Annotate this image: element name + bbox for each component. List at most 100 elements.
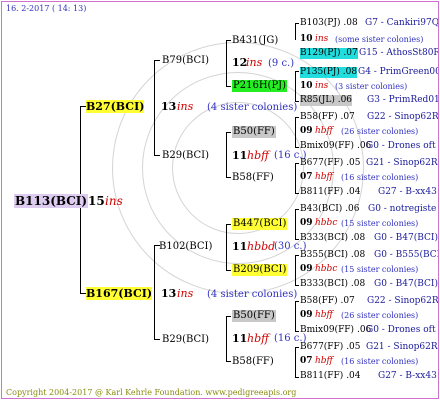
gen5-r2-insemination: ins: [315, 34, 329, 44]
gen5-row[interactable]: B677(FF) .05: [300, 158, 361, 169]
connector-line: [295, 147, 299, 148]
connector-line: [295, 163, 296, 193]
gen4-p216-note: (3 sister colonies): [335, 82, 408, 91]
gen5-desc: G21 - Sinop62R: [366, 342, 438, 352]
queen-b113[interactable]: B113(BCI): [14, 194, 89, 208]
gen5-row[interactable]: B129(PJ) .07: [300, 48, 358, 59]
gen3-b29a-insemination: hbff: [247, 149, 269, 162]
gen4-b50b-insemination: hbff: [315, 310, 333, 320]
gen5-row[interactable]: Bmix09(FF) .06: [300, 141, 371, 152]
connector-line: [226, 270, 231, 271]
gen5-name: B677(FF): [300, 342, 344, 352]
gen4-b209-number: 09: [300, 264, 313, 274]
gen4-b209-insemination: hbbc: [315, 264, 338, 274]
gen3-b29b-insemination: hbff: [247, 332, 269, 345]
queen-b102[interactable]: B102(BCI): [159, 241, 212, 253]
queen-b209[interactable]: B209(BCI): [232, 264, 288, 276]
gen5-row[interactable]: P135(PJ) .08: [300, 67, 358, 78]
gen5-value: .07: [340, 296, 355, 306]
connector-line: [295, 255, 299, 256]
connector-line: [295, 71, 296, 101]
connector-line: [295, 347, 296, 377]
gen5-row[interactable]: R85(JL) .06: [300, 95, 353, 106]
gen4-b447-number: 09: [300, 218, 313, 228]
gen5-value: .08: [342, 67, 358, 77]
gen5-desc: G27 - B-xx43: [378, 371, 437, 381]
gen5-row[interactable]: B58(FF) .07: [300, 112, 355, 123]
gen5-desc: G22 - Sinop62R: [367, 296, 439, 306]
connector-line: [295, 331, 299, 332]
gen5-row[interactable]: B333(BCI) .08: [300, 233, 365, 244]
queen-b167[interactable]: B167(BCI): [86, 287, 153, 300]
gen4-b50b-number: 09: [300, 310, 313, 320]
queen-b447[interactable]: B447(BCI): [232, 218, 288, 230]
gen5-name: Bmix09(FF): [300, 141, 355, 151]
gen2-bottom-insemination: ins: [177, 287, 194, 300]
gen5-desc: G0 - notregiste: [368, 204, 437, 214]
queen-b50-top[interactable]: B50(FF): [232, 126, 276, 138]
connector-line: [295, 255, 296, 285]
gen4-b447-insemination: hbbc: [315, 218, 338, 228]
gen4-b50a-insemination: hbff: [315, 126, 333, 136]
connector-line: [226, 86, 231, 87]
queen-p216h[interactable]: P216H(PJ): [232, 80, 288, 92]
queen-b58-bottom[interactable]: B58(FF): [232, 356, 274, 368]
connector-line: [295, 239, 299, 240]
gen5-value: .05: [346, 158, 361, 168]
gen5-r2-number: 10: [300, 34, 313, 44]
gen4-b447-note: (15 sister colonies): [341, 219, 419, 228]
gen5-row[interactable]: B103(PJ) .08: [300, 18, 358, 29]
gen4-b431-insemination: ins: [246, 56, 263, 69]
gen5-value: .06: [337, 95, 353, 105]
gen5-row[interactable]: B677(FF) .05: [300, 342, 361, 353]
gen5-desc: G4 - PrimGreen00: [358, 67, 439, 77]
gen4-b58a-number: 07: [300, 172, 313, 182]
gen5-row[interactable]: B811(FF) .04: [300, 371, 361, 382]
gen5-row[interactable]: B355(BCI) .08: [300, 250, 365, 261]
queen-b29-bottom[interactable]: B29(BCI): [162, 334, 209, 346]
gen5-desc: G0 - Drones oft: [366, 141, 436, 151]
gen5-row[interactable]: B43(BCI) .06: [300, 204, 360, 215]
gen4-b58a-insemination: hbff: [315, 172, 333, 182]
gen2-top-sister-note: (4 sister colonies): [207, 102, 298, 113]
gen5-row[interactable]: B811(FF) .04: [300, 187, 361, 198]
connector-line: [295, 23, 296, 40]
gen3-b102-number: 11: [232, 240, 248, 253]
gen5-value: .05: [346, 342, 361, 352]
connector-line: [295, 377, 299, 378]
copyright-footer: Copyright 2004-2017 @ Karl Kehrle Founda…: [6, 388, 297, 397]
gen5-row[interactable]: B333(BCI) .08: [300, 279, 365, 290]
gen5-name: B811(FF): [300, 371, 344, 381]
connector-line: [295, 23, 299, 24]
queen-b58-top[interactable]: B58(FF): [232, 172, 274, 184]
queen-b431[interactable]: B431(JG): [232, 35, 278, 47]
connector-line: [295, 163, 299, 164]
watermark-ring: [172, 102, 304, 234]
gen5-name: B129(PJ): [300, 48, 341, 58]
gen5-value: .08: [343, 18, 358, 28]
gen5-value: .04: [346, 187, 361, 197]
queen-b29-top[interactable]: B29(BCI): [162, 150, 209, 162]
gen5-desc: G22 - Sinop62R: [367, 112, 439, 122]
gen5-row[interactable]: Bmix09(FF) .06: [300, 325, 371, 336]
gen3-b29a-number: 11: [232, 149, 248, 162]
gen5-desc: G0 - B47(BCI): [374, 233, 438, 243]
gen5-desc: G0 - B555(BCI): [374, 250, 439, 260]
gen5-value: .04: [346, 371, 361, 381]
connector-line: [154, 60, 155, 155]
gen5-name: P135(PJ): [300, 67, 340, 77]
gen5-row[interactable]: B58(FF) .07: [300, 296, 355, 307]
queen-name: B167(BCI): [86, 287, 153, 300]
gen5-name: B58(FF): [300, 296, 338, 306]
gen5-value: .08: [350, 250, 366, 260]
connector-line: [226, 361, 231, 362]
queen-b50-bottom[interactable]: B50(FF): [232, 310, 276, 322]
gen5-name: B811(FF): [300, 187, 344, 197]
connector-line: [154, 245, 155, 339]
connector-line: [226, 316, 227, 361]
queen-b27[interactable]: B27(BCI): [86, 100, 145, 113]
connector-line: [295, 209, 296, 239]
connector-line: [226, 40, 227, 86]
connector-line: [154, 60, 160, 61]
queen-b79[interactable]: B79(BCI): [162, 55, 209, 67]
